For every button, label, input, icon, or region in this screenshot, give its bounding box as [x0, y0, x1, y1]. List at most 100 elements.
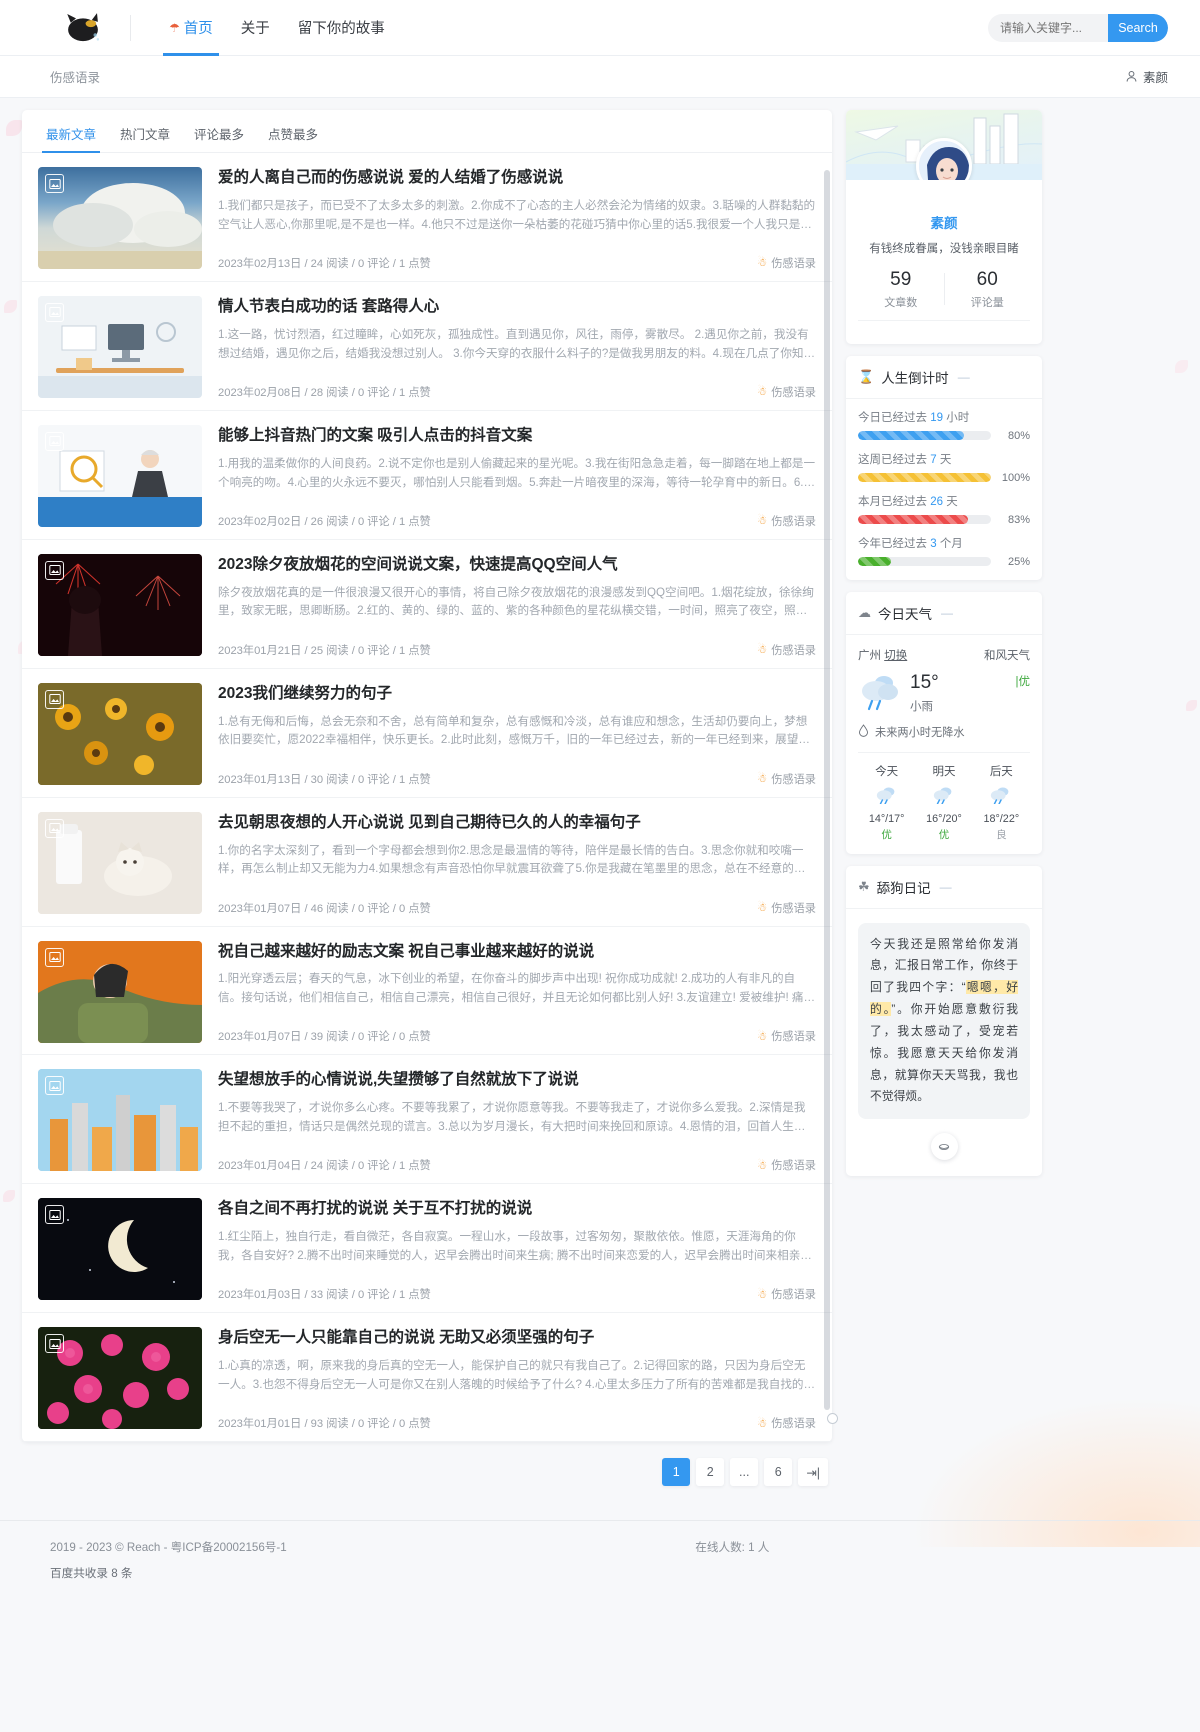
article-tag[interactable]: ☃ 伤感语录: [757, 1415, 816, 1431]
list-scrollbar[interactable]: [824, 170, 830, 1410]
nav-items: ☂ 首页 关于 留下你的故事: [155, 0, 399, 56]
stat-comments[interactable]: 60 评论量: [945, 268, 1031, 310]
article-likes: 1 点赞: [398, 773, 431, 786]
article-thumbnail[interactable]: [38, 1069, 202, 1172]
article-likes: 0 点赞: [398, 902, 431, 915]
article-thumbnail[interactable]: [38, 1198, 202, 1301]
page-ellipsis[interactable]: ...: [730, 1458, 759, 1487]
article-likes: 1 点赞: [398, 1289, 431, 1302]
article-likes: 1 点赞: [398, 386, 431, 399]
article-meta: 2023年01月13日 / 30 阅读 / 0 评论 / 1 点赞: [218, 773, 431, 786]
article-title[interactable]: 2023我们继续努力的句子: [218, 684, 816, 705]
article-tag[interactable]: ☃ 伤感语录: [757, 642, 816, 658]
weather-switch-link[interactable]: 切换: [884, 650, 907, 662]
article-tag[interactable]: ☃ 伤感语录: [757, 1157, 816, 1173]
cat-logo-icon[interactable]: [60, 8, 106, 48]
stat-articles[interactable]: 59 文章数: [858, 268, 944, 310]
weather-header: ☁ 今日天气 —: [846, 592, 1042, 635]
diary-body: 今天我还是照常给你发消息，汇报日常工作，你终于回了我四个字：“嗯嗯，好的。”。你…: [846, 909, 1042, 1177]
diary-text-after: ”。你开始愿意敷衍我了，我太感动了，受宠若惊。我愿意天天给你发消息，就算你天天骂…: [870, 1002, 1018, 1104]
article-thumbnail[interactable]: [38, 553, 202, 656]
article-description: 1.这一路，忧讨烈酒，红过瞳眸，心如死灰，孤独成性。直到遇见你，风往，雨停，雾散…: [218, 327, 816, 360]
article-views: 93 阅读: [310, 1418, 349, 1431]
nav-item-about[interactable]: 关于: [227, 0, 284, 56]
countdown-label: 这周已经过去 7 天: [858, 451, 1030, 467]
article-tag[interactable]: ☃ 伤感语录: [757, 255, 816, 271]
search-input[interactable]: [988, 13, 1108, 42]
countdown-number: 26: [930, 495, 943, 508]
article-views: 28 阅读: [310, 386, 349, 399]
article-tag[interactable]: ☃ 伤感语录: [757, 900, 816, 916]
article-description: 除夕夜放烟花真的是一件很浪漫又很开心的事情，将自己除夕夜放烟花的浪漫感发到QQ空…: [218, 585, 814, 618]
navbar: ☂ 首页 关于 留下你的故事 Search: [0, 0, 1200, 56]
article-row: 身后空无一人只能靠自己的说说 无助又必须坚强的句子 1.心真的凉透，啊，原来我的…: [22, 1313, 832, 1443]
profile-name[interactable]: 素颜: [858, 212, 1030, 232]
page-button-1[interactable]: 1: [662, 1458, 691, 1487]
tab-most-commented[interactable]: 评论最多: [184, 120, 254, 152]
article-likes: 1 点赞: [398, 515, 431, 528]
article-tag[interactable]: ☃ 伤感语录: [757, 384, 816, 400]
page-button-6[interactable]: 6: [764, 1458, 793, 1487]
rain-icon: [858, 785, 915, 809]
search-button[interactable]: Search: [1108, 13, 1168, 42]
article-thumbnail[interactable]: [38, 940, 202, 1043]
search-box[interactable]: Search: [988, 13, 1168, 42]
article-description: 1.我们都只是孩子，而已受不了太多太多的刺激。2.你成不了心态的主人必然会沦为情…: [218, 198, 816, 231]
tab-hot[interactable]: 热门文章: [110, 120, 180, 152]
countdown-number: 7: [930, 453, 937, 466]
article-tag-label: 伤感语录: [771, 386, 816, 399]
countdown-label: 今年已经过去 3 个月: [858, 535, 1030, 551]
article-tag[interactable]: ☃ 伤感语录: [757, 771, 816, 787]
refresh-icon[interactable]: [930, 1133, 958, 1161]
next-page-icon[interactable]: ⇥|: [798, 1458, 828, 1487]
article-thumbnail[interactable]: [38, 811, 202, 914]
article-title[interactable]: 去见朝思夜想的人开心说说 见到自己期待已久的人的幸福句子: [218, 813, 816, 834]
page-button-2[interactable]: 2: [696, 1458, 725, 1487]
article-body: 各自之间不再打扰的说说 关于互不打扰的说说 1.红尘陌上，独自行走，看自微茫，各…: [218, 1198, 816, 1302]
article-title[interactable]: 各自之间不再打扰的说说 关于互不打扰的说说: [218, 1199, 816, 1220]
article-meta: 2023年02月08日 / 28 阅读 / 0 评论 / 1 点赞: [218, 386, 431, 399]
image-placeholder-icon: [45, 1076, 64, 1096]
article-date: 2023年01月01日: [218, 1418, 302, 1431]
nav-item-story[interactable]: 留下你的故事: [284, 0, 399, 56]
image-placeholder-icon: [45, 689, 64, 709]
user-menu[interactable]: 素颜: [1125, 67, 1168, 86]
article-row: 失望想放手的心情说说,失望攒够了自然就放下了说说 1.不要等我哭了，才说你多么心…: [22, 1055, 832, 1185]
scroll-handle-icon[interactable]: [827, 1413, 838, 1425]
tab-most-liked[interactable]: 点赞最多: [258, 120, 328, 152]
article-thumbnail[interactable]: [38, 167, 202, 269]
article-title[interactable]: 2023除夕夜放烟花的空间说说文案，快速提高QQ空间人气: [218, 555, 816, 576]
profile-cover: [846, 110, 1042, 180]
article-title[interactable]: 情人节表白成功的话 套路得人心: [218, 297, 816, 318]
article-title[interactable]: 祝自己越来越好的励志文案 祝自己事业越来越好的说说: [218, 942, 816, 963]
nav-item-home[interactable]: ☂ 首页: [155, 0, 227, 56]
image-placeholder-icon: [45, 174, 64, 193]
countdown-unit: 小时: [946, 411, 970, 424]
weather-current: 15° 小雨 |优: [858, 672, 1030, 714]
article-tag[interactable]: ☃ 伤感语录: [757, 513, 816, 529]
tag-icon: ☃: [757, 644, 768, 657]
tag-icon: ☃: [757, 386, 768, 399]
tag-icon: ☃: [757, 257, 768, 270]
article-tag-label: 伤感语录: [771, 773, 816, 786]
article-thumbnail[interactable]: [38, 295, 202, 398]
countdown-number: 19: [930, 411, 943, 424]
article-row: 祝自己越来越好的励志文案 祝自己事业越来越好的说说 1.阳光穿透云层；春天的气息…: [22, 927, 832, 1056]
article-title[interactable]: 爱的人离自己而的伤感说说 爱的人结婚了伤感说说: [218, 168, 816, 189]
article-footer: 2023年01月21日 / 25 阅读 / 0 评论 / 1 点赞 ☃ 伤感语录: [218, 642, 816, 658]
article-tag[interactable]: ☃ 伤感语录: [757, 1286, 816, 1302]
countdown-header: ⌛ 人生倒计时 —: [846, 356, 1042, 399]
forecast-range: 16°/20°: [926, 812, 962, 825]
article-tag[interactable]: ☃ 伤感语录: [757, 1028, 816, 1044]
tab-latest[interactable]: 最新文章: [36, 120, 106, 153]
article-title[interactable]: 身后空无一人只能靠自己的说说 无助又必须坚强的句子: [218, 1328, 816, 1349]
article-thumbnail[interactable]: [38, 682, 202, 785]
article-title[interactable]: 能够上抖音热门的文案 吸引人点击的抖音文案: [218, 426, 816, 447]
weather-dash: —: [941, 605, 953, 620]
article-body: 爱的人离自己而的伤感说说 爱的人结婚了伤感说说 1.我们都只是孩子，而已受不了太…: [218, 167, 816, 271]
article-thumbnail[interactable]: [38, 1327, 202, 1430]
article-footer: 2023年02月02日 / 26 阅读 / 0 评论 / 1 点赞 ☃ 伤感语录: [218, 513, 816, 529]
article-thumbnail[interactable]: [38, 424, 202, 527]
breadcrumb[interactable]: 伤感语录: [50, 67, 100, 86]
article-title[interactable]: 失望想放手的心情说说,失望攒够了自然就放下了说说: [218, 1070, 816, 1091]
